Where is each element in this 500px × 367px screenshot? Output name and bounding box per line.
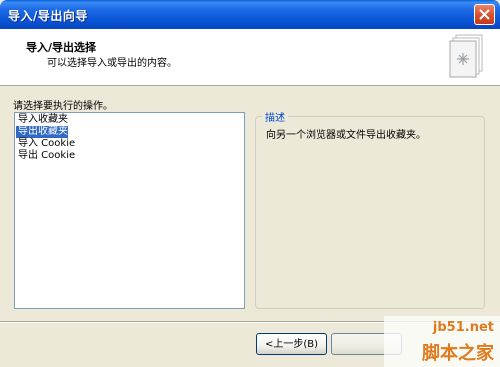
list-item-import-favorites[interactable]: 导入收藏夹 bbox=[16, 114, 68, 126]
page-subtitle: 可以选择导入或导出的内容。 bbox=[47, 58, 177, 69]
page-title: 导入/导出选择 bbox=[26, 41, 97, 54]
close-button[interactable] bbox=[474, 4, 495, 25]
watermark-name: 脚本之家 bbox=[422, 343, 494, 364]
wizard-page-icon bbox=[449, 34, 483, 78]
close-icon bbox=[479, 9, 490, 20]
description-text: 向另一个浏览器或文件导出收藏夹。 bbox=[266, 130, 426, 141]
description-legend: 描述 bbox=[262, 109, 288, 124]
wizard-header: 导入/导出选择 可以选择导入或导出的内容。 bbox=[0, 29, 500, 86]
watermark-site: jb51.net bbox=[432, 320, 494, 335]
list-item-export-favorites[interactable]: 导出收藏夹 bbox=[16, 126, 68, 138]
action-prompt: 请选择要执行的操作。 bbox=[13, 101, 113, 112]
import-export-wizard-window: 导入/导出向导 导入/导出选择 可以选择导入或导出的内容。 请选择要执行的操作。… bbox=[0, 0, 500, 367]
title-bar[interactable]: 导入/导出向导 bbox=[0, 0, 500, 29]
description-group bbox=[255, 116, 485, 309]
list-item-import-cookies[interactable]: 导入 Cookie bbox=[16, 138, 75, 150]
window-title: 导入/导出向导 bbox=[8, 9, 88, 23]
list-item-export-cookies[interactable]: 导出 Cookie bbox=[16, 150, 75, 162]
site-watermark: jb51.net 脚本之家 bbox=[384, 316, 500, 367]
action-listbox[interactable]: 导入收藏夹 导出收藏夹 导入 Cookie 导出 Cookie bbox=[14, 112, 245, 309]
back-button[interactable]: <上一步(B) bbox=[256, 333, 327, 355]
